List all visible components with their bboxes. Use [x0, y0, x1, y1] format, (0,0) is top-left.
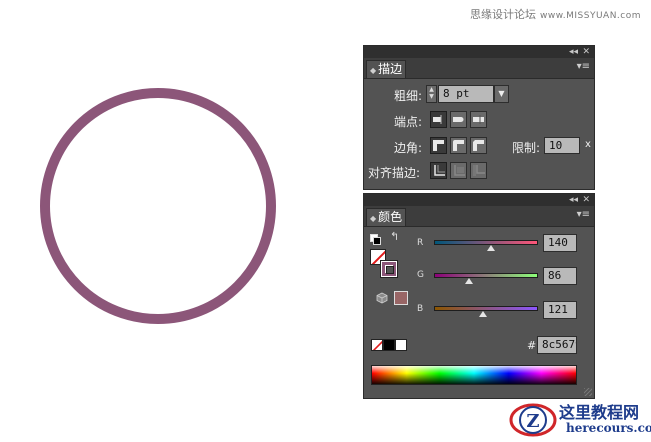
tab-stroke[interactable]: ◆ 描边 — [366, 60, 406, 78]
blue-channel-label: B — [417, 304, 424, 314]
align-center-button[interactable] — [430, 162, 447, 179]
red-slider-track[interactable] — [434, 240, 538, 245]
blue-slider-thumb[interactable] — [479, 311, 488, 317]
align-inside-button[interactable] — [450, 162, 467, 179]
miter-join-icon — [433, 140, 444, 151]
tab-options-icon[interactable]: ◆ — [370, 66, 376, 75]
round-join-icon — [453, 140, 464, 151]
collapse-panel-icon[interactable]: ◂◂ — [569, 46, 578, 58]
watermark-site-en: www.MISSYUAN.com — [540, 11, 642, 21]
red-slider-thumb[interactable] — [487, 245, 496, 251]
artwork-circle[interactable] — [40, 88, 276, 324]
none-slash-icon — [372, 340, 382, 350]
hex-label: # — [527, 339, 537, 352]
closest-web-color-swatch[interactable] — [394, 291, 408, 305]
herecours-logo-icon: Z — [509, 403, 557, 437]
tab-color-label: 颜色 — [378, 210, 403, 224]
weight-dropdown-button[interactable]: ▼ — [494, 85, 509, 103]
align-outside-icon — [473, 165, 485, 176]
watermark-site-cn: 思缘设计论坛 — [470, 8, 536, 21]
green-slider-thumb[interactable] — [465, 278, 474, 284]
round-cap-button[interactable] — [450, 111, 467, 128]
bevel-join-button[interactable] — [470, 137, 487, 154]
tab-color[interactable]: ◆ 颜色 — [366, 208, 406, 226]
miter-join-button[interactable] — [430, 137, 447, 154]
swap-colors-icon[interactable]: ↰ — [390, 230, 399, 243]
butt-cap-icon — [433, 115, 442, 124]
svg-text:Z: Z — [526, 411, 539, 432]
close-icon[interactable]: ✕ — [582, 194, 590, 206]
resize-grip-icon[interactable] — [584, 388, 592, 396]
tab-stroke-label: 描边 — [378, 62, 403, 76]
green-slider-track[interactable] — [434, 273, 538, 278]
round-join-button[interactable] — [450, 137, 467, 154]
none-quick-swatch[interactable] — [371, 339, 383, 351]
green-channel-label: G — [417, 270, 424, 280]
align-stroke-label: 对齐描边: — [368, 166, 421, 180]
stroke-panel: ◂◂ ✕ ◆ 描边 ▾≡ 粗细: ▲ ▼ 8 pt ▼ 端点: 边角: 限制: 10… — [363, 45, 595, 190]
close-icon[interactable]: ✕ — [582, 46, 590, 58]
watermark-top: 思缘设计论坛 www.MISSYUAN.com — [470, 6, 641, 22]
align-center-icon — [434, 165, 445, 176]
default-colors-icon[interactable] — [370, 234, 381, 245]
green-value-input[interactable]: 86 — [543, 267, 577, 285]
corner-label: 边角: — [394, 141, 423, 155]
color-spectrum-bar[interactable] — [371, 365, 577, 385]
limit-suffix: x — [585, 139, 591, 150]
color-panel-titlebar[interactable]: ◂◂ ✕ — [364, 194, 594, 206]
projecting-cap-button[interactable] — [470, 111, 487, 128]
color-panel: ◂◂ ✕ ◆ 颜色 ▾≡ ↰ R 140 G 86 B 121 # 8c567 — [363, 193, 595, 399]
white-quick-swatch[interactable] — [395, 339, 407, 351]
web-safe-cube-icon[interactable] — [376, 292, 388, 304]
chevron-down-icon: ▼ — [498, 89, 505, 98]
limit-label: 限制: — [512, 141, 541, 155]
collapse-panel-icon[interactable]: ◂◂ — [569, 194, 578, 206]
weight-input[interactable]: 8 pt — [438, 85, 494, 103]
black-quick-swatch[interactable] — [383, 339, 395, 351]
cap-label: 端点: — [394, 115, 423, 129]
tab-options-icon[interactable]: ◆ — [370, 214, 376, 223]
blue-value-input[interactable]: 121 — [543, 301, 577, 319]
red-channel-label: R — [417, 238, 424, 248]
limit-input[interactable]: 10 — [544, 137, 580, 154]
bevel-join-icon — [473, 140, 484, 151]
panel-menu-icon[interactable]: ▾≡ — [577, 61, 590, 72]
stroke-panel-titlebar[interactable]: ◂◂ ✕ — [364, 46, 594, 58]
projecting-cap-icon — [473, 115, 484, 124]
logo-text-en: herecours.com — [566, 421, 651, 435]
red-value-input[interactable]: 140 — [543, 234, 577, 252]
stroke-swatch[interactable] — [380, 260, 398, 278]
round-cap-icon — [453, 117, 464, 122]
panel-menu-icon[interactable]: ▾≡ — [577, 209, 590, 220]
weight-label: 粗细: — [394, 89, 423, 103]
weight-stepper[interactable]: ▲ ▼ — [426, 85, 437, 103]
color-panel-tabbar: ◆ 颜色 ▾≡ — [364, 206, 594, 227]
butt-cap-button[interactable] — [430, 111, 447, 128]
align-inside-icon — [454, 165, 465, 176]
stroke-panel-tabbar: ◆ 描边 ▾≡ — [364, 58, 594, 79]
align-outside-button[interactable] — [470, 162, 487, 179]
hex-value-input[interactable]: 8c5679 — [537, 336, 577, 354]
logo-text-cn: 这里教程网 — [559, 403, 640, 422]
